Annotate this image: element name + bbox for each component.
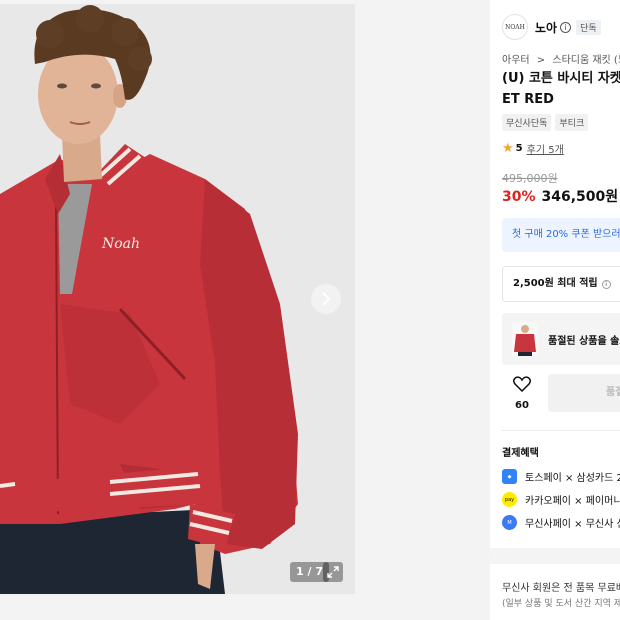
product-tags: 무신사단독 부티크	[502, 114, 589, 131]
soldout-text: 품절된 상품을 솔드아웃	[548, 335, 620, 347]
product-info-panel: NOAH 노아 i 단독 아우터 > 스타디움 재킷 (노아) (U) 코튼 바…	[490, 0, 620, 620]
payment-row-kakaopay[interactable]: pay 카카오페이 × 페이머니	[502, 492, 620, 507]
breadcrumb-item-stadium[interactable]: 스타디움 재킷 (노아)	[552, 55, 620, 66]
product-image[interactable]: Noah	[0, 4, 355, 594]
jacket-print-text: Noah	[102, 236, 141, 252]
payment-row-text: 토스페이 × 삼성카드 2	[525, 473, 620, 484]
heart-icon	[512, 376, 532, 393]
musinsa-pay-icon: M	[502, 515, 517, 530]
buy-button[interactable]: 품절	[548, 374, 620, 412]
product-title-line-2: ET RED	[502, 92, 554, 107]
product-title: (U) 코튼 바시티 자켓 ET RED	[502, 68, 620, 110]
product-title-line-1: (U) 코튼 바시티 자켓	[502, 71, 620, 86]
toss-icon: ◆	[502, 469, 517, 484]
tag-musinsa-exclusive: 무신사단독	[502, 114, 552, 131]
soldout-notice[interactable]: 품절된 상품을 솔드아웃	[502, 313, 620, 365]
expand-image-button[interactable]	[323, 562, 343, 582]
coupon-banner[interactable]: 첫 구매 20% 쿠폰 받으러 가기	[502, 218, 620, 252]
member-shipping-subtext: (일부 상품 및 도서 산간 지역 제외)	[502, 599, 620, 609]
info-icon[interactable]: i	[601, 279, 611, 289]
expand-icon	[327, 566, 339, 578]
section-gap	[490, 548, 620, 564]
rating-row: ★ 5 후기 5개	[502, 141, 564, 156]
breadcrumb-item-outer[interactable]: 아우터	[502, 55, 530, 66]
rating-score: 5	[515, 143, 523, 154]
brand-name[interactable]: 노아	[535, 19, 557, 36]
brand-logo[interactable]: NOAH	[502, 14, 528, 40]
original-price: 495,000원	[502, 172, 558, 185]
payment-row-text: 무신사페이 × 무신사 신	[525, 519, 620, 530]
star-icon: ★	[502, 141, 514, 156]
tag-boutique: 부티크	[555, 114, 589, 131]
like-button[interactable]: 60	[502, 376, 542, 411]
review-link[interactable]: 후기 5개	[527, 141, 564, 156]
info-icon[interactable]: i	[560, 21, 572, 33]
chevron-right-icon: >	[536, 55, 546, 66]
points-box[interactable]: 2,500원 최대 적립 i	[502, 266, 620, 302]
soldout-thumbnail	[512, 322, 538, 356]
discount-rate: 30%	[502, 189, 536, 205]
payment-benefits-title: 결제혜택	[502, 448, 539, 459]
price-row: 30% 346,500원	[502, 186, 618, 206]
divider	[502, 430, 620, 431]
next-image-button[interactable]	[311, 284, 341, 314]
payment-row-text: 카카오페이 × 페이머니	[525, 496, 620, 507]
member-shipping-text: 무신사 회원은 전 품목 무료배송	[502, 583, 620, 594]
points-text: 2,500원 최대 적립	[513, 278, 598, 289]
brand-row[interactable]: NOAH 노아 i 단독	[502, 14, 601, 40]
kakaopay-icon: pay	[502, 492, 517, 507]
payment-row-musinsa-pay[interactable]: M 무신사페이 × 무신사 신	[502, 515, 620, 530]
sale-price: 346,500원	[541, 189, 619, 205]
like-count: 60	[515, 400, 529, 411]
breadcrumb: 아우터 > 스타디움 재킷 (노아)	[502, 51, 620, 66]
payment-row-toss[interactable]: ◆ 토스페이 × 삼성카드 2	[502, 469, 620, 484]
chevron-right-icon	[322, 292, 331, 306]
exclusive-badge: 단독	[576, 19, 601, 35]
